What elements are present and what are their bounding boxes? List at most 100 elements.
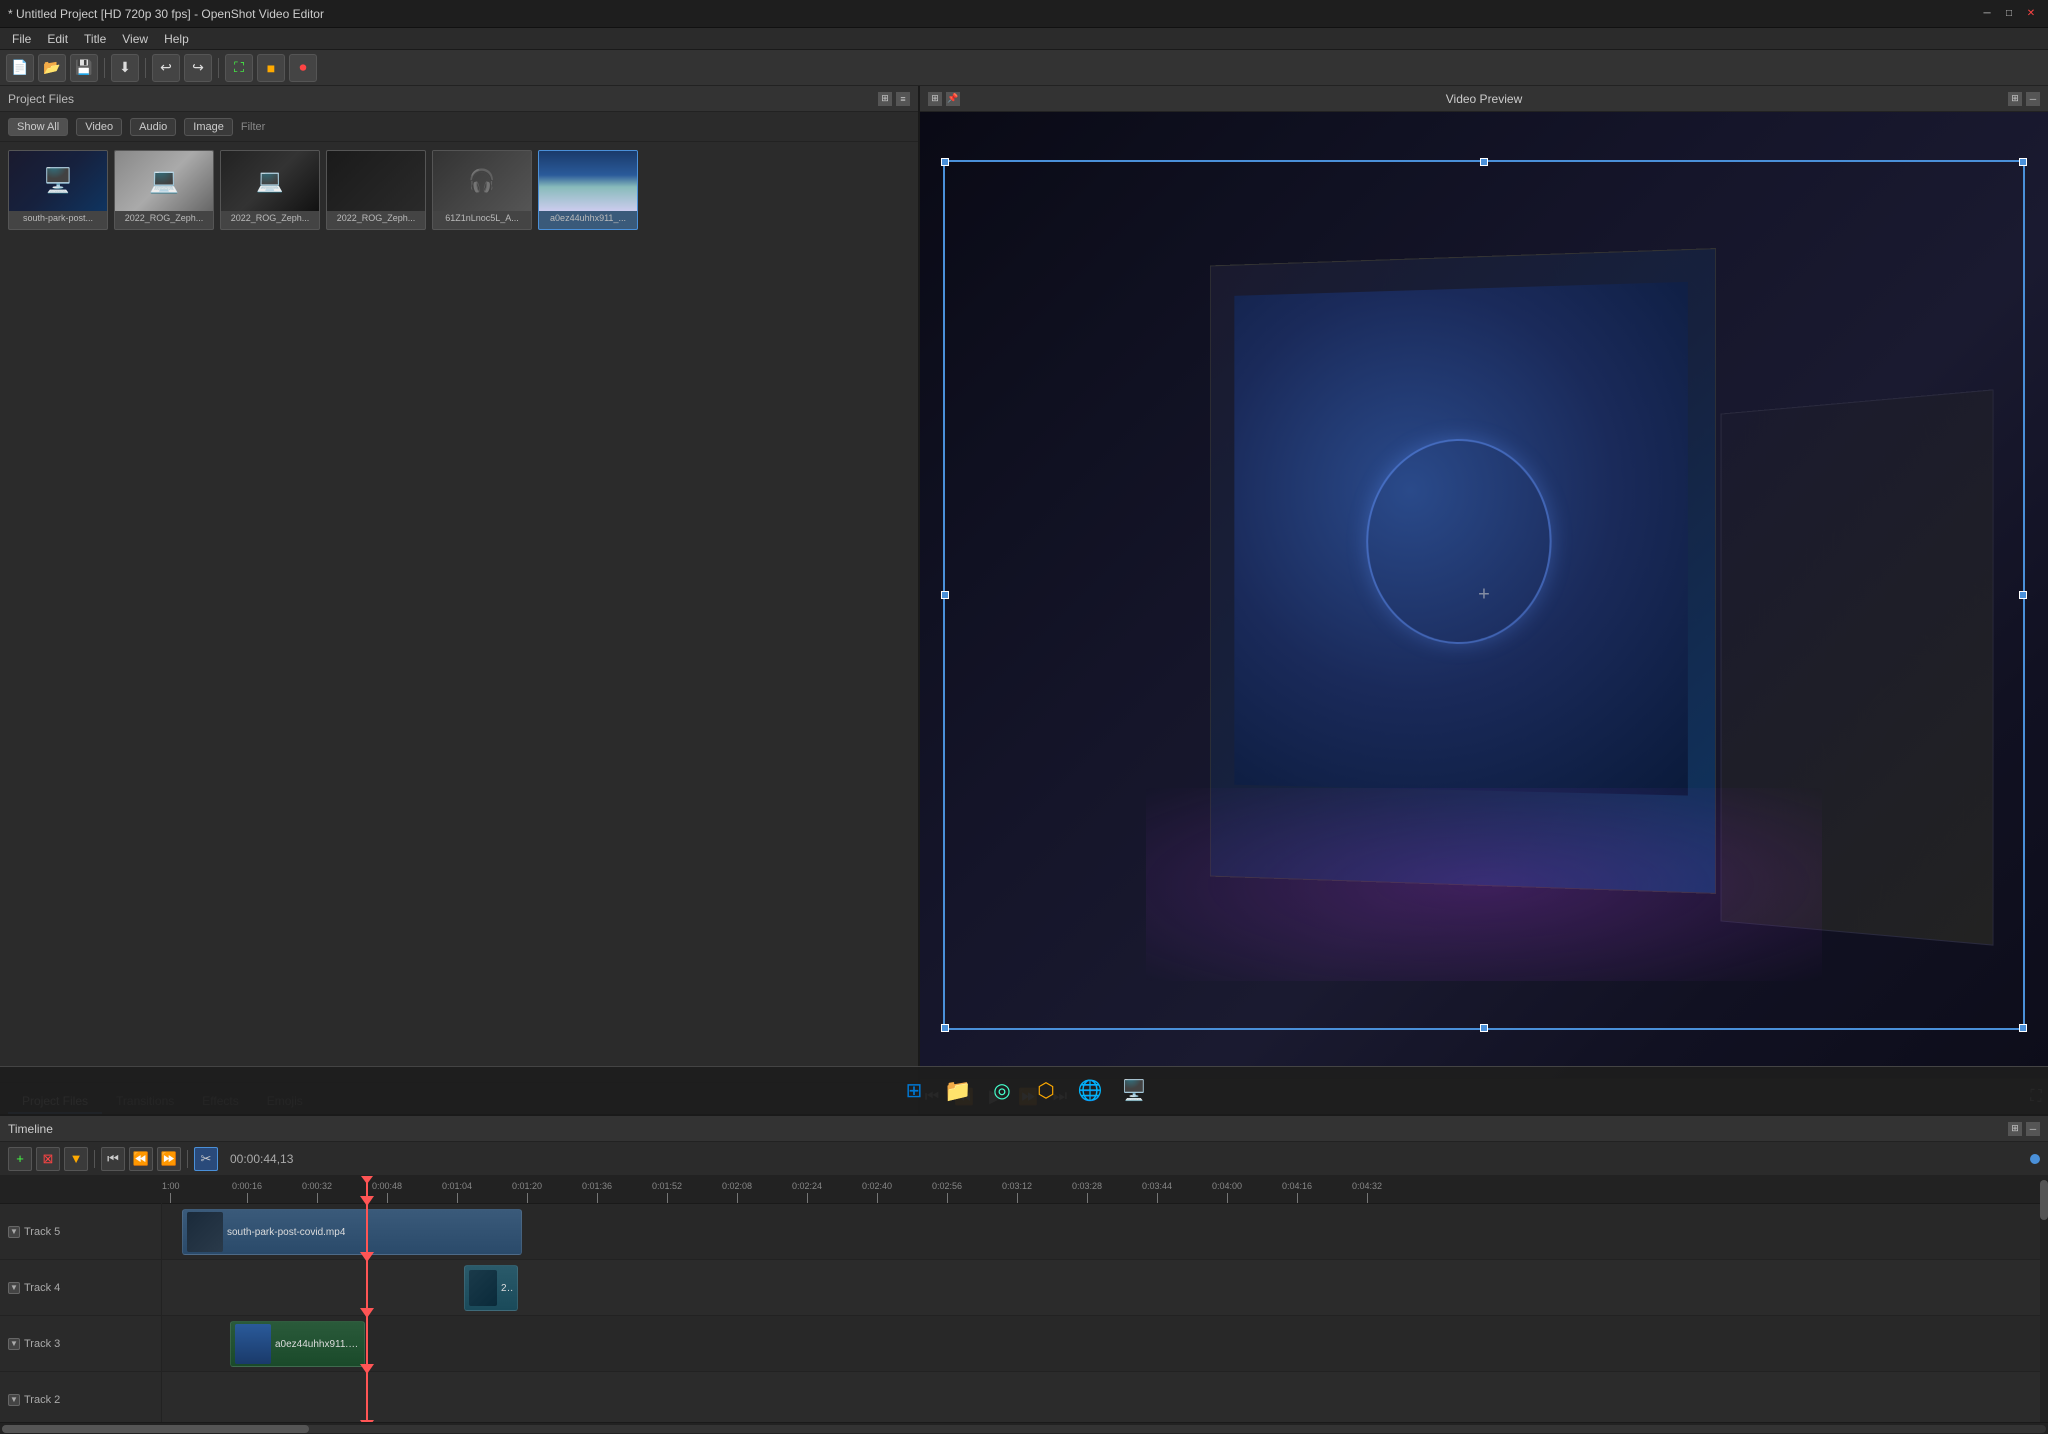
- ruler-tick-12: [1017, 1193, 1018, 1203]
- ruler-label-6: 0:01:36: [582, 1181, 612, 1191]
- clip-track5-1[interactable]: south-park-post-covid.mp4: [182, 1209, 522, 1255]
- taskbar-explorer[interactable]: 📁: [938, 1071, 978, 1111]
- tl-sep-2: [187, 1150, 188, 1168]
- razor-tool-button[interactable]: ✂: [194, 1147, 218, 1171]
- menu-help[interactable]: Help: [156, 30, 197, 48]
- undo-button[interactable]: ↩: [152, 54, 180, 82]
- track-label-3: ▼ Track 3: [0, 1316, 161, 1372]
- fullscreen-button[interactable]: ⛶: [225, 54, 253, 82]
- timeline-scrollbar[interactable]: [0, 1422, 2048, 1434]
- timeline-vscroll[interactable]: [2040, 1176, 2048, 1422]
- timeline-ctrl1[interactable]: ⊞: [2008, 1122, 2022, 1136]
- filter-bar: Show All Video Audio Image Filter: [0, 112, 918, 142]
- zoom-slider-handle[interactable]: [2030, 1154, 2040, 1164]
- export-button[interactable]: ■: [257, 54, 285, 82]
- track-3-collapse[interactable]: ▼: [8, 1338, 20, 1350]
- taskbar-firefox[interactable]: 🌐: [1070, 1071, 1110, 1111]
- ruler-tick-8: [737, 1193, 738, 1203]
- filter-tracks-button[interactable]: ▼: [64, 1147, 88, 1171]
- track-5-collapse[interactable]: ▼: [8, 1226, 20, 1238]
- filter-label: Filter: [241, 121, 265, 133]
- timeline-content: ▼ Track 5 ▼ Track 4 ▼ Track 3 ▼ Track 2 …: [0, 1176, 2048, 1422]
- video-panel-ctrl1[interactable]: ⊞: [2008, 92, 2022, 106]
- minimize-button[interactable]: ─: [1978, 5, 1996, 23]
- video-panel-pin-btn[interactable]: 📌: [946, 92, 960, 106]
- video-panel-float-btn[interactable]: ⊞: [928, 92, 942, 106]
- clip-thumb-track4: [469, 1270, 497, 1306]
- timeline-ctrl2[interactable]: ─: [2026, 1122, 2040, 1136]
- titlebar: * Untitled Project [HD 720p 30 fps] - Op…: [0, 0, 2048, 28]
- media-thumb-5[interactable]: 61Z1nLnoc5L_A...: [432, 150, 532, 230]
- video-content: [920, 112, 2048, 1078]
- taskbar-openshot[interactable]: ⬡: [1026, 1071, 1066, 1111]
- scroll-thumb[interactable]: [2, 1425, 309, 1433]
- ruler-label-7: 0:01:52: [652, 1181, 682, 1191]
- track-2-collapse[interactable]: ▼: [8, 1394, 20, 1406]
- close-button[interactable]: ✕: [2022, 5, 2040, 23]
- taskbar-chromium[interactable]: ◎: [982, 1071, 1022, 1111]
- ruler-tick-13: [1087, 1193, 1088, 1203]
- jump-start-tl-button[interactable]: ⏮: [101, 1147, 125, 1171]
- menu-file[interactable]: File: [4, 30, 39, 48]
- track-row-4: 2022...: [162, 1260, 2040, 1316]
- track-5-name: Track 5: [24, 1226, 60, 1238]
- playhead-track3: [366, 1316, 368, 1371]
- media-thumb-label-1: south-park-post...: [9, 211, 107, 225]
- media-thumb-6[interactable]: a0ez44uhhx911_...: [538, 150, 638, 230]
- new-button[interactable]: 📄: [6, 54, 34, 82]
- clip-track4-1[interactable]: 2022...: [464, 1265, 518, 1311]
- open-button[interactable]: 📂: [38, 54, 66, 82]
- import-button[interactable]: ⬇: [111, 54, 139, 82]
- timeline-toolbar: + ⊠ ▼ ⏮ ⏪ ⏩ ✂ 00:00:44,13: [0, 1142, 2048, 1176]
- media-thumb-2[interactable]: 2022_ROG_Zeph...: [114, 150, 214, 230]
- ruler-label-9: 0:02:24: [792, 1181, 822, 1191]
- timeline-vscroll-thumb[interactable]: [2040, 1180, 2048, 1220]
- add-track-button[interactable]: +: [8, 1147, 32, 1171]
- preview-laptop-screen: [1235, 282, 1689, 795]
- track-4-collapse[interactable]: ▼: [8, 1282, 20, 1294]
- timeline-header: Timeline ⊞ ─: [0, 1116, 2048, 1142]
- filter-image[interactable]: Image: [184, 118, 233, 136]
- redo-button[interactable]: ↪: [184, 54, 212, 82]
- menu-title[interactable]: Title: [76, 30, 114, 48]
- playhead-track4: [366, 1260, 368, 1315]
- video-preview-header: ⊞ 📌 Video Preview ⊞ ─: [920, 86, 2048, 112]
- clip-thumb-track3: [235, 1324, 271, 1364]
- taskbar-windows[interactable]: ⊞: [894, 1071, 934, 1111]
- maximize-button[interactable]: □: [2000, 5, 2018, 23]
- panel-grid-btn[interactable]: ⊞: [878, 92, 892, 106]
- track-row-5: south-park-post-covid.mp4: [162, 1204, 2040, 1260]
- window-title: * Untitled Project [HD 720p 30 fps] - Op…: [8, 7, 324, 21]
- ruler-tick-15: [1227, 1193, 1228, 1203]
- filter-audio[interactable]: Audio: [130, 118, 176, 136]
- ruler-label-3: 0:00:48: [372, 1181, 402, 1191]
- media-thumb-3[interactable]: 2022_ROG_Zeph...: [220, 150, 320, 230]
- timeline-tracks[interactable]: 1:00 0:00:16 0:00:32 0:00:48 0:01:04: [162, 1176, 2040, 1422]
- record-button[interactable]: ⏺: [289, 54, 317, 82]
- video-canvas[interactable]: [920, 112, 2048, 1078]
- save-button[interactable]: 💾: [70, 54, 98, 82]
- track-labels: ▼ Track 5 ▼ Track 4 ▼ Track 3 ▼ Track 2 …: [0, 1176, 162, 1422]
- next-marker-button[interactable]: ⏩: [157, 1147, 181, 1171]
- timeline-ruler: 1:00 0:00:16 0:00:32 0:00:48 0:01:04: [162, 1176, 2040, 1204]
- prev-marker-button[interactable]: ⏪: [129, 1147, 153, 1171]
- filter-video[interactable]: Video: [76, 118, 122, 136]
- taskbar-system[interactable]: 🖥️: [1114, 1071, 1154, 1111]
- clip-track3-1[interactable]: a0ez44uhhx911.jpg: [230, 1321, 365, 1367]
- menu-view[interactable]: View: [114, 30, 156, 48]
- panel-list-btn[interactable]: ≡: [896, 92, 910, 106]
- toolbar-sep-3: [218, 58, 219, 78]
- video-panel-ctrl2[interactable]: ─: [2026, 92, 2040, 106]
- media-thumb-1[interactable]: south-park-post...: [8, 150, 108, 230]
- ruler-tick-5: [527, 1193, 528, 1203]
- video-preview-title: Video Preview: [1446, 92, 1523, 106]
- menubar: File Edit Title View Help: [0, 28, 2048, 50]
- media-thumb-4[interactable]: 2022_ROG_Zeph...: [326, 150, 426, 230]
- main-toolbar: 📄 📂 💾 ⬇ ↩ ↪ ⛶ ■ ⏺: [0, 50, 2048, 86]
- menu-edit[interactable]: Edit: [39, 30, 76, 48]
- filter-show-all[interactable]: Show All: [8, 118, 68, 136]
- ruler-tick-16: [1297, 1193, 1298, 1203]
- remove-track-button[interactable]: ⊠: [36, 1147, 60, 1171]
- scroll-track: [2, 1425, 2046, 1433]
- ruler-label-8: 0:02:08: [722, 1181, 752, 1191]
